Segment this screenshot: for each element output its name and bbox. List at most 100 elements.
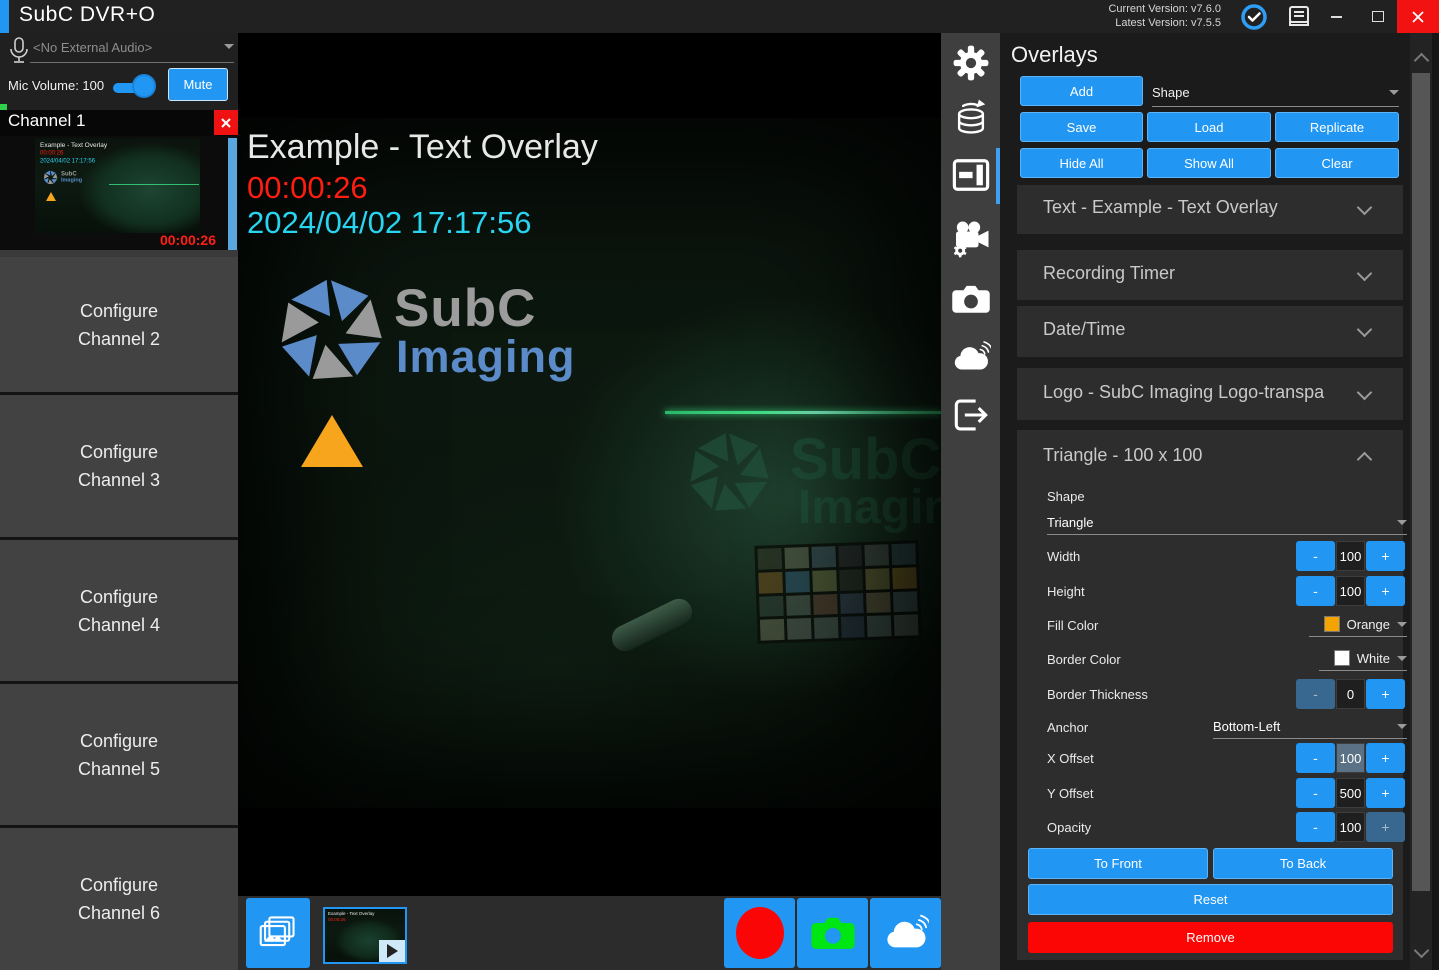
video-text-overlay: Example - Text Overlay bbox=[247, 128, 598, 167]
chevron-down-icon bbox=[1357, 266, 1373, 282]
border-thickness-stepper: - 0 + bbox=[1296, 679, 1405, 709]
border-color-dropdown[interactable]: White bbox=[1319, 646, 1407, 671]
opacity-value[interactable]: 100 bbox=[1336, 812, 1365, 842]
reset-button[interactable]: Reset bbox=[1028, 884, 1393, 915]
shape-type-dropdown[interactable]: Shape bbox=[1152, 78, 1399, 107]
section-triangle-header[interactable]: Triangle - 100 x 100 bbox=[1043, 445, 1202, 466]
show-all-button[interactable]: Show All bbox=[1147, 148, 1271, 178]
mini-triangle-overlay bbox=[46, 192, 56, 201]
logo-text-subc: SubC bbox=[394, 278, 536, 339]
overlays-scrollbar[interactable] bbox=[1410, 33, 1432, 970]
y-offset-value[interactable]: 500 bbox=[1336, 778, 1365, 808]
settings-gear-icon[interactable] bbox=[951, 43, 991, 83]
y-offset-stepper: - 500 + bbox=[1296, 778, 1405, 808]
section-recording-timer[interactable]: Recording Timer bbox=[1017, 250, 1403, 300]
chevron-down-icon bbox=[1397, 724, 1407, 729]
latest-version: Latest Version: v7.5.5 bbox=[1108, 16, 1221, 30]
overlays-panel: Overlays Add Shape Save Load Replicate H… bbox=[1000, 33, 1410, 970]
configure-channel-5[interactable]: Configure Channel 5 bbox=[0, 684, 238, 825]
subc-logo-overlay bbox=[276, 276, 386, 391]
chevron-down-icon bbox=[224, 44, 234, 49]
x-offset-stepper: - 100 + bbox=[1296, 743, 1405, 773]
audio-select-underline bbox=[30, 62, 234, 63]
border-thickness-decrement-button[interactable]: - bbox=[1296, 679, 1335, 709]
mini-logo bbox=[43, 170, 58, 190]
add-overlay-button[interactable]: Add bbox=[1020, 76, 1143, 106]
save-overlays-button[interactable]: Save bbox=[1020, 112, 1143, 142]
x-offset-increment-button[interactable]: + bbox=[1366, 743, 1405, 773]
logo-text-imaging: Imaging bbox=[396, 331, 576, 383]
hide-all-button[interactable]: Hide All bbox=[1020, 148, 1143, 178]
channel-list-scrollbar[interactable] bbox=[228, 138, 237, 250]
width-decrement-button[interactable]: - bbox=[1296, 541, 1335, 571]
channel1-record-timer: 00:00:26 bbox=[160, 232, 216, 248]
fill-color-dropdown[interactable]: Orange bbox=[1309, 612, 1407, 637]
audio-device-select[interactable]: <No External Audio> bbox=[33, 40, 152, 55]
anchor-dropdown[interactable]: Bottom-Left bbox=[1213, 714, 1407, 739]
channel-splitter[interactable] bbox=[0, 250, 238, 257]
close-button[interactable] bbox=[1397, 0, 1439, 33]
minimize-button[interactable] bbox=[1317, 0, 1355, 33]
to-back-button[interactable]: To Back bbox=[1213, 848, 1393, 879]
play-icon[interactable] bbox=[379, 940, 405, 962]
channel1-title: Channel 1 bbox=[8, 111, 86, 131]
record-button[interactable] bbox=[724, 898, 795, 968]
x-offset-decrement-button[interactable]: - bbox=[1296, 743, 1335, 773]
section-date-time[interactable]: Date/Time bbox=[1017, 306, 1403, 357]
app-window: SubC DVR+O Current Version: v7.6.0 Lates… bbox=[0, 0, 1439, 970]
cloud-upload-button[interactable] bbox=[870, 898, 941, 968]
opacity-decrement-button[interactable]: - bbox=[1296, 812, 1335, 842]
configure-channel-2[interactable]: Configure Channel 2 bbox=[0, 257, 238, 392]
configure-channel-3[interactable]: Configure Channel 3 bbox=[0, 395, 238, 537]
title-bar: SubC DVR+O Current Version: v7.6.0 Lates… bbox=[0, 0, 1439, 33]
replicate-overlays-button[interactable]: Replicate bbox=[1275, 112, 1399, 142]
border-thickness-value[interactable]: 0 bbox=[1336, 679, 1365, 709]
snapshot-settings-icon[interactable] bbox=[951, 279, 991, 319]
configure-channel-4[interactable]: Configure Channel 4 bbox=[0, 540, 238, 681]
mic-volume-slider-knob[interactable] bbox=[132, 74, 156, 98]
scroll-up-arrow-icon[interactable] bbox=[1414, 53, 1430, 69]
tool-sidebar bbox=[941, 33, 1000, 970]
border-color-swatch bbox=[1334, 650, 1350, 666]
x-offset-value[interactable]: 100 bbox=[1336, 743, 1365, 773]
scrollbar-thumb[interactable] bbox=[1412, 73, 1430, 891]
y-offset-decrement-button[interactable]: - bbox=[1296, 778, 1335, 808]
snapshot-camera-icon bbox=[810, 915, 856, 951]
last-recording-thumbnail[interactable]: Example - Text Overlay 00:00:26 bbox=[323, 907, 407, 964]
section-text-overlay[interactable]: Text - Example - Text Overlay bbox=[1017, 185, 1403, 234]
height-increment-button[interactable]: + bbox=[1366, 576, 1405, 606]
triangle-shape-overlay bbox=[301, 415, 363, 467]
load-overlays-button[interactable]: Load bbox=[1147, 112, 1271, 142]
channel1-video-thumbnail[interactable]: Example - Text Overlay 00:00:26 2024/04/… bbox=[35, 138, 200, 233]
y-offset-increment-button[interactable]: + bbox=[1366, 778, 1405, 808]
cloud-settings-icon[interactable] bbox=[951, 337, 991, 377]
configure-channel-6[interactable]: Configure Channel 6 bbox=[0, 828, 238, 970]
height-stepper: - 100 + bbox=[1296, 576, 1405, 606]
live-video-feed: SubC Imaging Example - Text Overlay 00:0… bbox=[238, 118, 941, 808]
height-decrement-button[interactable]: - bbox=[1296, 576, 1335, 606]
media-gallery-button[interactable] bbox=[246, 898, 310, 968]
overlays-panel-icon[interactable] bbox=[951, 155, 991, 195]
width-value[interactable]: 100 bbox=[1336, 541, 1365, 571]
storage-backup-icon[interactable] bbox=[951, 97, 991, 137]
scroll-down-arrow-icon[interactable] bbox=[1414, 943, 1430, 959]
width-increment-button[interactable]: + bbox=[1366, 541, 1405, 571]
border-thickness-increment-button[interactable]: + bbox=[1366, 679, 1405, 709]
mute-button[interactable]: Mute bbox=[168, 68, 228, 101]
clear-overlays-button[interactable]: Clear bbox=[1275, 148, 1399, 178]
release-notes-icon[interactable] bbox=[1287, 6, 1311, 28]
maximize-button[interactable] bbox=[1359, 0, 1397, 33]
to-front-button[interactable]: To Front bbox=[1028, 848, 1208, 879]
update-check-icon[interactable] bbox=[1241, 4, 1267, 30]
shape-value-dropdown[interactable]: Triangle bbox=[1047, 510, 1407, 535]
version-info: Current Version: v7.6.0 Latest Version: … bbox=[1108, 2, 1221, 30]
camera-settings-icon[interactable] bbox=[951, 219, 991, 259]
channel1-close-button[interactable] bbox=[214, 110, 238, 135]
section-logo[interactable]: Logo - SubC Imaging Logo-transpa bbox=[1017, 368, 1403, 420]
snapshot-button[interactable] bbox=[797, 898, 868, 968]
export-exit-icon[interactable] bbox=[951, 395, 991, 435]
opacity-increment-button[interactable]: + bbox=[1366, 812, 1405, 842]
remove-button[interactable]: Remove bbox=[1028, 922, 1393, 953]
height-value[interactable]: 100 bbox=[1336, 576, 1365, 606]
channel1-header: Channel 1 bbox=[0, 110, 238, 136]
